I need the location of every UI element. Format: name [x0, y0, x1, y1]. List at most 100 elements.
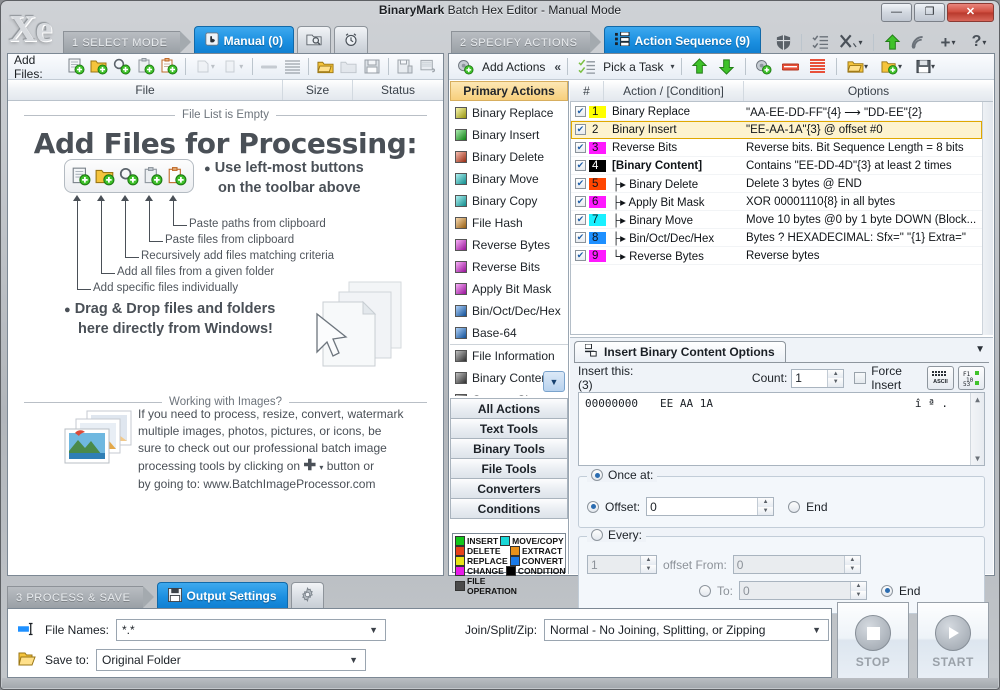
chevron-down-icon[interactable]: ▼ — [975, 344, 985, 355]
tab-watch-folder[interactable] — [296, 26, 331, 54]
save-sequence-icon[interactable]: ▾ — [911, 56, 941, 78]
table-row[interactable]: ✔ 6 ├▸ Apply Bit Mask XOR 00001110{8} in al… — [571, 193, 982, 211]
action-item[interactable]: File Information — [450, 344, 568, 367]
remove-action-icon[interactable] — [779, 56, 803, 78]
stop-button[interactable]: STOP — [837, 602, 909, 682]
once-at-radio[interactable] — [591, 469, 603, 481]
column-action[interactable]: Action / [Condition] — [604, 81, 744, 101]
table-row[interactable]: ✔ 7 ├▸ Binary Move Move 10 bytes @0 by 1 by… — [571, 211, 982, 229]
add-folder-icon[interactable] — [89, 56, 109, 78]
add-action-icon[interactable] — [752, 56, 776, 78]
table-row[interactable]: ✔ 8 ├▸ Bin/Oct/Dec/Hex Bytes ? HEXADECIMAL:… — [571, 229, 982, 247]
table-row[interactable]: ✔ 4 [Binary Content] Contains "EE-DD-4D"{3}… — [571, 157, 982, 175]
tools-icon[interactable]: ▾ — [835, 31, 867, 53]
hex-scrollbar[interactable]: ▲ ▼ — [970, 393, 984, 465]
end-radio-1[interactable] — [788, 500, 801, 513]
add-actions-label[interactable]: Add Actions — [482, 60, 545, 74]
join-split-zip-select[interactable]: Normal - No Joining, Splitting, or Zippi… — [544, 619, 830, 641]
sequence-rows-container[interactable]: ✔ 1 Binary Replace "AA-EE-DD-FF"{4} ⟶ "DD-E… — [570, 102, 983, 335]
numeric-view-icon[interactable]: F1 10 53 — [958, 366, 985, 390]
pick-task-icon[interactable] — [574, 56, 598, 78]
to-spinner[interactable]: ▲ ▼ — [850, 582, 867, 599]
clear-list-icon[interactable] — [282, 56, 302, 78]
open-sequence-icon[interactable]: ▾ — [843, 56, 873, 78]
upload-icon[interactable] — [880, 31, 904, 53]
chevron-down-icon[interactable]: ▼ — [364, 625, 383, 635]
scroll-down-button[interactable]: ▼ — [543, 371, 565, 392]
offset-spinner[interactable]: ▲ ▼ — [757, 498, 774, 515]
row-checkbox[interactable]: ✔ — [575, 196, 586, 207]
close-button[interactable]: ✕ — [947, 3, 994, 22]
file-names-input[interactable]: *.* ▼ — [116, 619, 387, 641]
file-list-empty-area[interactable]: File List is Empty Add Files for Process… — [8, 101, 443, 575]
row-checkbox[interactable]: ✔ — [575, 214, 586, 225]
action-item[interactable]: Reverse Bytes — [450, 234, 568, 256]
tab-action-sequence[interactable]: Action Sequence (9) — [603, 26, 761, 61]
rss-icon[interactable] — [907, 31, 931, 53]
open-list-icon[interactable] — [315, 56, 335, 78]
every-radio[interactable] — [591, 529, 603, 541]
remove-dropdown-icon[interactable]: ▾ — [192, 56, 217, 78]
help-icon[interactable]: ? ▾ — [965, 31, 993, 53]
end-radio-2[interactable] — [881, 584, 894, 597]
start-button[interactable]: START — [917, 602, 989, 682]
import-sequence-icon[interactable]: ▾ — [876, 56, 908, 78]
action-item[interactable]: Reverse Bits — [450, 256, 568, 278]
from-input[interactable]: 0 ▲ ▼ — [732, 555, 861, 574]
action-item[interactable]: Bin/Oct/Dec/Hex — [450, 300, 568, 322]
action-item[interactable]: Binary Insert — [450, 124, 568, 146]
from-spinner[interactable]: ▲ ▼ — [843, 556, 860, 573]
options-tab[interactable]: Insert Binary Content Options — [574, 341, 786, 362]
row-checkbox[interactable]: ✔ — [575, 232, 586, 243]
action-category-button[interactable]: All Actions — [450, 398, 568, 419]
action-category-button[interactable]: File Tools — [450, 458, 568, 479]
table-row[interactable]: ✔ 5 ├▸ Binary Delete Delete 3 bytes @ END — [571, 175, 982, 193]
add-files-icon[interactable] — [66, 56, 86, 78]
ascii-view-icon[interactable]: ASCII — [927, 366, 954, 390]
save-list-icon[interactable] — [362, 56, 382, 78]
column-number[interactable]: # — [570, 81, 604, 101]
table-row[interactable]: ✔ 1 Binary Replace "AA-EE-DD-FF"{4} ⟶ "DD-E… — [571, 103, 982, 121]
row-checkbox[interactable]: ✔ — [575, 142, 586, 153]
every-input[interactable]: 1 ▲ ▼ — [587, 555, 657, 574]
table-row[interactable]: ✔ 9 └▸ Reverse Bytes Reverse bytes — [571, 247, 982, 265]
save-to-input[interactable]: Original Folder ▼ — [96, 649, 367, 671]
maximize-button[interactable]: ❐ — [914, 3, 945, 22]
table-row[interactable]: ✔ 2 Binary Insert "EE-AA-1A"{3} @ offset #0 — [571, 121, 982, 139]
export-icon[interactable] — [419, 56, 439, 78]
count-input[interactable]: 1 ▲ ▼ — [791, 368, 845, 388]
move-up-icon[interactable] — [688, 56, 712, 78]
remove-icon[interactable] — [259, 56, 279, 78]
action-category-button[interactable]: Converters — [450, 478, 568, 499]
row-checkbox[interactable]: ✔ — [575, 250, 586, 261]
save-as-icon[interactable] — [395, 56, 415, 78]
sequence-scrollbar[interactable] — [982, 102, 993, 335]
action-item[interactable]: Binary Replace — [450, 102, 568, 124]
pick-task-label[interactable]: Pick a Task — [603, 60, 663, 74]
hex-content-editor[interactable]: 00000000 EE AA 1A î ª . ▲ ▼ — [578, 392, 985, 466]
clear-actions-icon[interactable] — [806, 56, 830, 78]
action-item[interactable]: Base-64 — [450, 322, 568, 344]
checklist-icon[interactable] — [808, 31, 832, 53]
tab-schedule[interactable] — [333, 26, 368, 54]
to-input[interactable]: 0 ▲ ▼ — [739, 581, 868, 600]
action-category-button[interactable]: Binary Tools — [450, 438, 568, 459]
tab-output-advanced[interactable] — [290, 582, 324, 609]
column-status[interactable]: Status — [353, 80, 443, 100]
column-file[interactable]: File — [8, 80, 283, 100]
action-item[interactable]: Apply Bit Mask — [450, 278, 568, 300]
paste-paths-icon[interactable] — [159, 56, 179, 78]
pick-task-chevron-down-icon[interactable]: ▾ — [671, 62, 675, 71]
add-recursive-icon[interactable] — [112, 56, 132, 78]
chevron-down-icon[interactable]: ▼ — [344, 655, 363, 665]
row-checkbox[interactable]: ✔ — [575, 178, 586, 189]
copy-dropdown-icon[interactable]: ▾ — [221, 56, 246, 78]
shield-icon[interactable] — [771, 31, 795, 53]
plus-icon[interactable]: + ▾ — [934, 31, 962, 53]
minimize-button[interactable]: — — [881, 3, 912, 22]
offset-radio[interactable] — [587, 500, 599, 513]
row-checkbox[interactable]: ✔ — [575, 160, 586, 171]
row-checkbox[interactable]: ✔ — [575, 106, 586, 117]
action-item[interactable]: Binary Copy — [450, 190, 568, 212]
column-size[interactable]: Size — [283, 80, 353, 100]
